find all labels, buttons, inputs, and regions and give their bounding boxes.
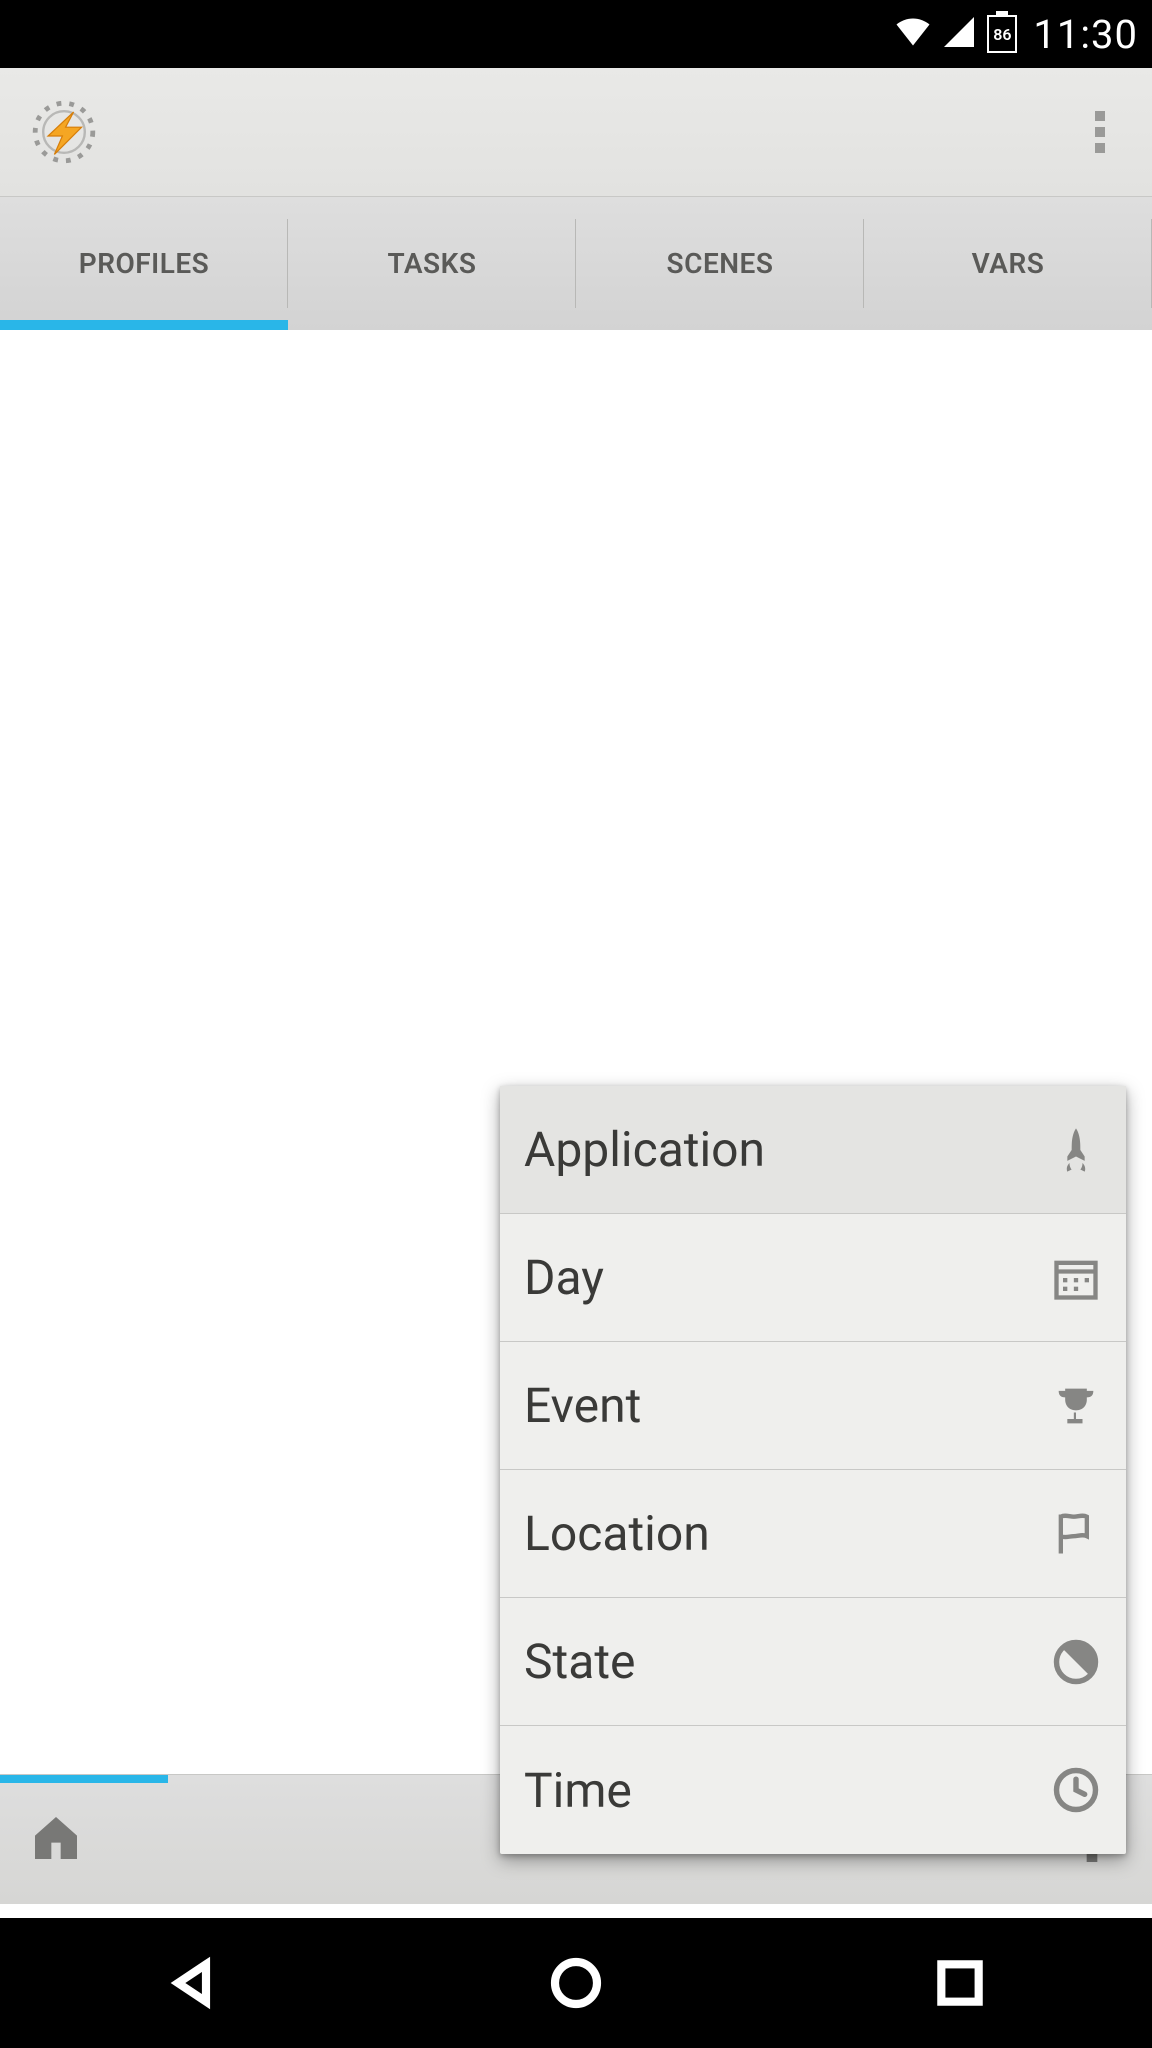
- tab-tasks[interactable]: TASKS: [288, 197, 576, 330]
- app-window: PROFILES TASKS SCENES VARS Application: [0, 68, 1152, 1918]
- progress-indicator: [0, 1775, 168, 1783]
- profile-context-menu: Application Day Event Location State: [500, 1086, 1126, 1854]
- menu-item-time[interactable]: Time: [500, 1726, 1126, 1854]
- tab-vars[interactable]: VARS: [864, 197, 1152, 330]
- menu-item-label: State: [524, 1633, 635, 1690]
- tab-label: TASKS: [388, 247, 477, 280]
- status-clock: 11:30: [1033, 11, 1138, 58]
- trophy-icon: [1050, 1380, 1102, 1432]
- app-logo-icon[interactable]: [24, 92, 104, 172]
- menu-item-label: Day: [524, 1249, 604, 1306]
- wifi-icon: [895, 14, 931, 54]
- clock-icon: [1050, 1764, 1102, 1816]
- tab-label: VARS: [972, 247, 1045, 280]
- recents-button[interactable]: [928, 1951, 992, 2015]
- tab-scenes[interactable]: SCENES: [576, 197, 864, 330]
- home-nav-button[interactable]: [544, 1951, 608, 2015]
- menu-item-day[interactable]: Day: [500, 1214, 1126, 1342]
- active-tab-indicator: [0, 320, 288, 330]
- menu-item-label: Time: [524, 1762, 632, 1819]
- battery-level: 86: [993, 25, 1011, 44]
- overflow-menu-button[interactable]: [1072, 104, 1128, 160]
- menu-item-location[interactable]: Location: [500, 1470, 1126, 1598]
- action-bar: [0, 68, 1152, 196]
- status-bar-area: 86 11:30: [0, 0, 1152, 68]
- calendar-icon: [1050, 1252, 1102, 1304]
- tab-strip: PROFILES TASKS SCENES VARS: [0, 196, 1152, 330]
- tab-label: PROFILES: [79, 247, 210, 280]
- contrast-icon: [1050, 1636, 1102, 1688]
- system-navbar: [0, 1918, 1152, 2048]
- back-button[interactable]: [160, 1951, 224, 2015]
- menu-item-state[interactable]: State: [500, 1598, 1126, 1726]
- tab-label: SCENES: [667, 247, 774, 280]
- home-button[interactable]: [28, 1810, 84, 1870]
- tab-profiles[interactable]: PROFILES: [0, 197, 288, 330]
- menu-item-application[interactable]: Application: [500, 1086, 1126, 1214]
- flag-icon: [1050, 1508, 1102, 1560]
- menu-item-label: Event: [524, 1377, 641, 1434]
- menu-item-label: Application: [524, 1121, 765, 1178]
- signal-icon: [941, 14, 977, 54]
- rocket-icon: [1050, 1124, 1102, 1176]
- menu-item-label: Location: [524, 1505, 710, 1562]
- battery-icon: 86: [987, 15, 1017, 53]
- menu-item-event[interactable]: Event: [500, 1342, 1126, 1470]
